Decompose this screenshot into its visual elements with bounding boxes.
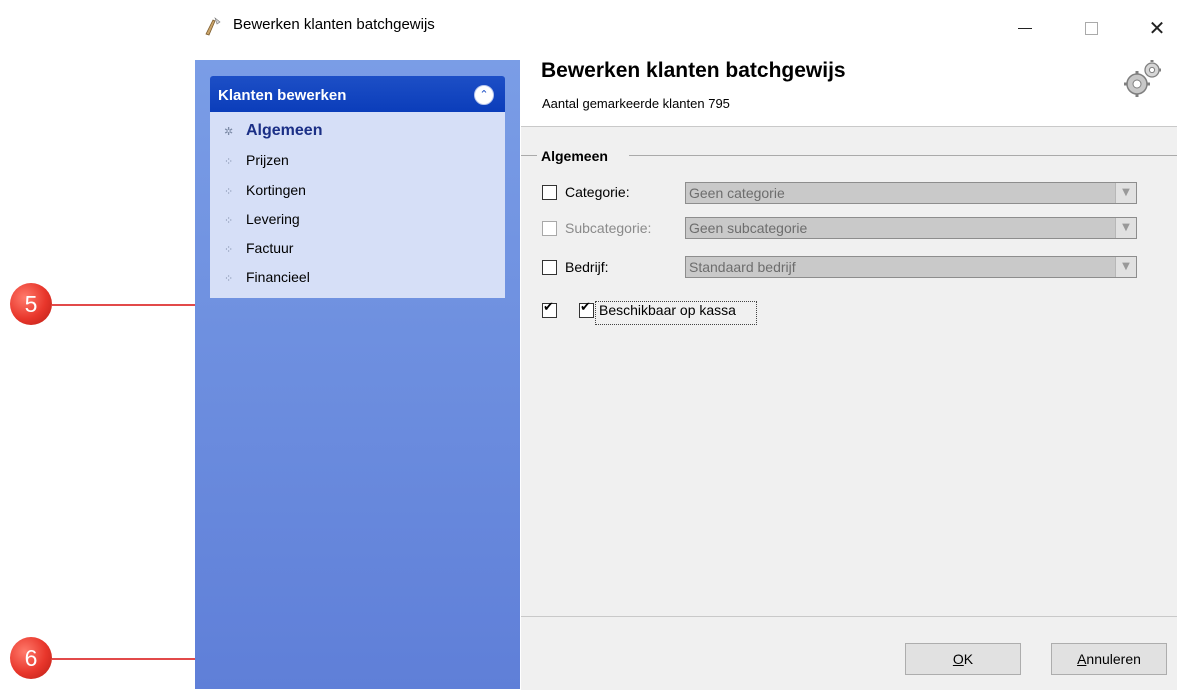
nav-panel-body: ✲ Algemeen ⁘ Prijzen ⁘ Kortingen ⁘ Levering …	[210, 112, 505, 298]
subcategorie-label: Subcategorie:	[565, 220, 652, 236]
nav-item-algemeen[interactable]: ✲ Algemeen	[224, 122, 322, 144]
cancel-button[interactable]: Annuleren	[1051, 643, 1167, 675]
kassa-value-checkbox[interactable]	[579, 300, 594, 318]
maximize-button[interactable]	[1069, 10, 1113, 46]
title-bar: Bewerken klanten batchgewijs ✕	[195, 0, 1177, 60]
nav-item-label: Algemeen	[246, 122, 323, 139]
nav-bullet-icon: ✲	[224, 125, 234, 138]
nav-item-label: Factuur	[246, 240, 294, 256]
nav-panel-klanten-bewerken: Klanten bewerken ⌃ ✲ Algemeen ⁘ Prijzen ⁘ K…	[210, 76, 505, 298]
nav-item-financieel[interactable]: ⁘ Financieel	[224, 269, 310, 291]
minimize-button[interactable]	[1003, 10, 1047, 46]
kassa-enable-checkbox[interactable]	[542, 300, 557, 318]
page-subtitle: Aantal gemarkeerde klanten 795	[542, 96, 730, 111]
categorie-checkbox[interactable]	[542, 185, 557, 200]
subcategorie-dropdown[interactable]: Geen subcategorie ▼	[685, 217, 1137, 239]
nav-bullet-icon: ⁘	[224, 185, 234, 198]
nav-bullet-icon: ⁘	[224, 214, 234, 227]
nav-item-kortingen[interactable]: ⁘ Kortingen	[224, 182, 306, 204]
dialog-window: Bewerken klanten batchgewijs ✕ Klanten b…	[195, 0, 1177, 690]
bedrijf-label: Bedrijf:	[565, 259, 609, 275]
categorie-value: Geen categorie	[689, 185, 785, 201]
content-header: Bewerken klanten batchgewijs Aantal gema…	[521, 59, 1177, 126]
collapse-icon[interactable]: ⌃	[474, 85, 494, 105]
bedrijf-dropdown[interactable]: Standaard bedrijf ▼	[685, 256, 1137, 278]
nav-item-label: Financieel	[246, 269, 310, 285]
cancel-label: nnuleren	[1086, 651, 1141, 667]
chevron-down-icon[interactable]: ▼	[1115, 257, 1136, 277]
navigation-pane: Klanten bewerken ⌃ ✲ Algemeen ⁘ Prijzen ⁘ K…	[195, 60, 520, 689]
page-title: Bewerken klanten batchgewijs	[541, 59, 846, 82]
categorie-dropdown[interactable]: Geen categorie ▼	[685, 182, 1137, 204]
subcategorie-checkbox[interactable]	[542, 221, 557, 236]
chevron-down-icon[interactable]: ▼	[1115, 183, 1136, 203]
group-title-algemeen: Algemeen	[541, 148, 608, 164]
nav-bullet-icon: ⁘	[224, 272, 234, 285]
nav-panel-header[interactable]: Klanten bewerken ⌃	[210, 76, 505, 112]
window-title: Bewerken klanten batchgewijs	[233, 16, 435, 33]
ok-button[interactable]: OK	[905, 643, 1021, 675]
annotation-marker-6: 6	[10, 637, 52, 679]
nav-panel-title: Klanten bewerken	[218, 87, 347, 104]
close-button[interactable]: ✕	[1135, 10, 1177, 46]
nav-item-label: Levering	[246, 211, 300, 227]
categorie-label: Categorie:	[565, 184, 630, 200]
nav-item-factuur[interactable]: ⁘ Factuur	[224, 240, 293, 262]
annotation-marker-5: 5	[10, 283, 52, 325]
nav-item-levering[interactable]: ⁘ Levering	[224, 211, 300, 233]
nav-item-prijzen[interactable]: ⁘ Prijzen	[224, 152, 289, 174]
subcategorie-value: Geen subcategorie	[689, 220, 808, 236]
nav-bullet-icon: ⁘	[224, 155, 234, 168]
chevron-down-icon[interactable]: ▼	[1115, 218, 1136, 238]
app-icon	[205, 17, 221, 36]
nav-item-label: Prijzen	[246, 152, 289, 168]
bedrijf-value: Standaard bedrijf	[689, 259, 796, 275]
minimize-icon	[1018, 28, 1032, 29]
dialog-footer: OK Annuleren	[521, 616, 1177, 690]
kassa-label[interactable]: Beschikbaar op kassa	[599, 302, 736, 318]
bedrijf-checkbox[interactable]	[542, 260, 557, 275]
content-pane: Bewerken klanten batchgewijs Aantal gema…	[521, 59, 1177, 690]
gears-icon	[1124, 60, 1161, 97]
nav-bullet-icon: ⁘	[224, 243, 234, 256]
ok-mnemonic: O	[952, 651, 964, 667]
maximize-icon	[1084, 22, 1098, 35]
ok-label: K	[963, 651, 974, 667]
nav-item-label: Kortingen	[246, 182, 306, 198]
settings-area: Algemeen Categorie: Geen categorie ▼ Sub…	[521, 126, 1177, 617]
